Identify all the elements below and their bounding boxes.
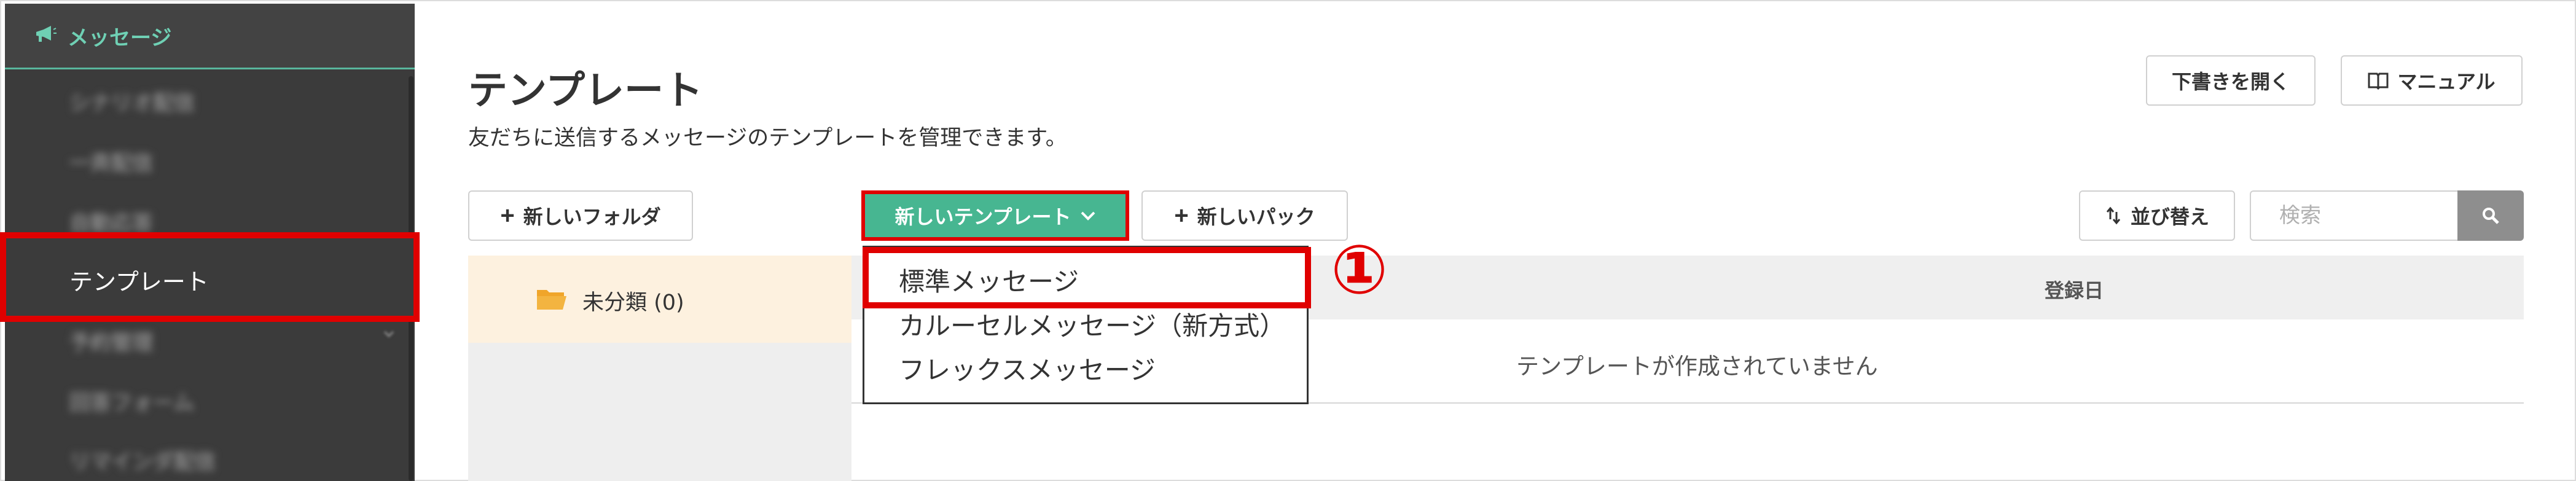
megaphone-icon [36, 26, 57, 42]
manual-button[interactable]: マニュアル [2341, 55, 2523, 106]
folder-label: 未分類 (0) [582, 291, 684, 315]
sidebar-item-auto-reply[interactable]: 自動応答 [69, 206, 153, 236]
open-draft-button[interactable]: 下書きを開く [2146, 55, 2316, 106]
open-draft-label: 下書きを開く [2171, 71, 2290, 93]
book-icon [2368, 72, 2389, 90]
page-description: 友だちに送信するメッセージのテンプレートを管理できます。 [468, 126, 1067, 151]
plus-icon: + [1174, 201, 1189, 229]
folder-icon [537, 290, 566, 310]
page-title: テンプレート [468, 68, 703, 114]
highlight-box-standard [863, 247, 1311, 308]
new-pack-label: 新しいパック [1197, 206, 1315, 228]
new-folder-button[interactable]: + 新しいフォルダ [468, 190, 693, 241]
column-header-date[interactable]: 登録日 [2045, 275, 2104, 303]
new-template-button[interactable]: 新しいテンプレート [861, 190, 1129, 241]
search-button[interactable] [2457, 190, 2524, 241]
sidebar-item-form[interactable]: 回答フォーム [69, 386, 194, 415]
sidebar-item-scenario[interactable]: シナリオ配信 [69, 86, 195, 115]
highlight-box-sidebar [0, 232, 420, 322]
callout-number: ① [1331, 230, 1388, 309]
folder-item[interactable]: 未分類 (0) [468, 256, 851, 343]
sidebar-header[interactable]: メッセージ [5, 4, 415, 69]
sort-button[interactable]: 並び替え [2079, 190, 2235, 241]
sidebar-header-title: メッセージ [68, 26, 172, 50]
dropdown-item-flex[interactable]: フレックスメッセージ [899, 350, 1156, 387]
folder-panel: 未分類 (0) [468, 256, 851, 481]
new-template-label: 新しいテンプレート [895, 206, 1071, 228]
chevron-down-icon [383, 330, 394, 338]
sort-label: 並び替え [2130, 206, 2209, 228]
new-pack-button[interactable]: + 新しいパック [1141, 190, 1348, 241]
search-input[interactable] [2250, 190, 2457, 241]
sidebar-item-reminder[interactable]: リマインダ配信 [69, 445, 216, 474]
chevron-down-icon [1081, 211, 1095, 221]
sidebar-item-broadcast[interactable]: 一斉配信 [69, 146, 153, 176]
search-box [2250, 190, 2524, 241]
empty-message: テンプレートが作成されていません [1516, 353, 1878, 380]
plus-icon: + [500, 201, 515, 229]
sort-icon [2106, 206, 2121, 225]
dropdown-item-carousel[interactable]: カルーセルメッセージ（新方式） [899, 305, 1285, 343]
search-icon [2483, 208, 2499, 224]
sidebar-item-reservation[interactable]: 予約管理 [69, 326, 153, 355]
manual-label: マニュアル [2397, 71, 2496, 93]
new-folder-label: 新しいフォルダ [523, 206, 661, 228]
